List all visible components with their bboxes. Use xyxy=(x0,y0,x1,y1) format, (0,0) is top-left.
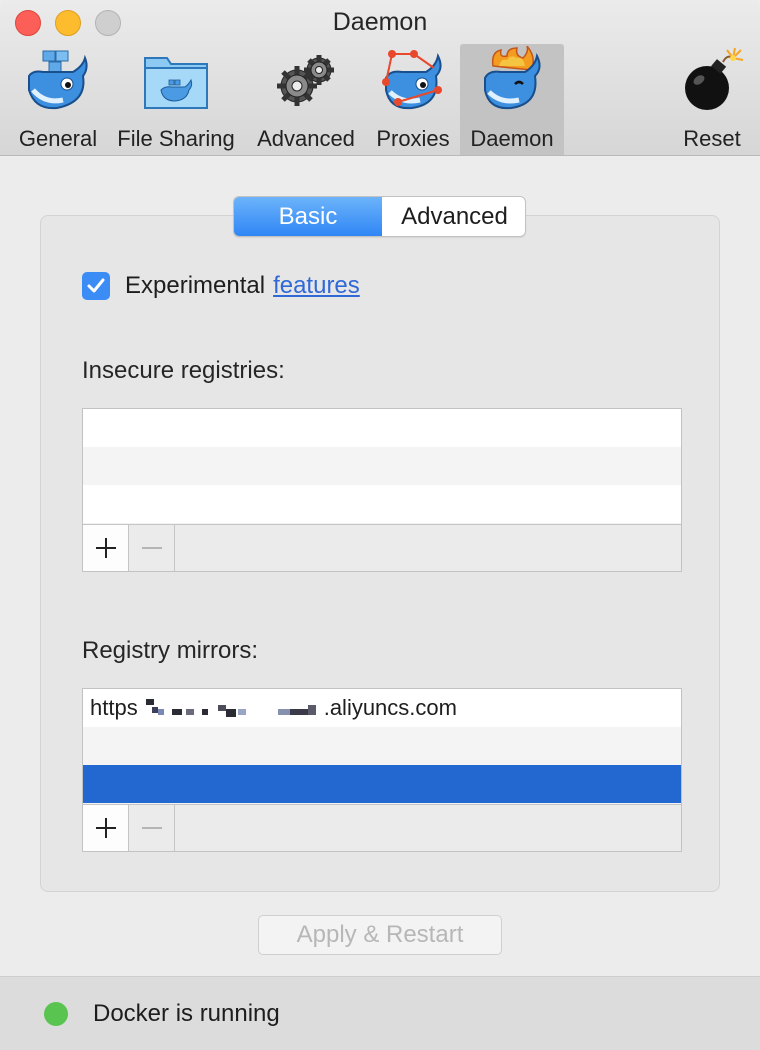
plus-icon xyxy=(95,818,116,838)
toolbar-advanced-label: Advanced xyxy=(257,126,355,151)
insecure-registries-button-bar xyxy=(83,524,681,571)
minus-icon xyxy=(141,547,162,549)
experimental-checkbox[interactable] xyxy=(82,272,110,300)
toolbar-advanced[interactable]: Advanced xyxy=(252,44,360,155)
add-insecure-registry-button[interactable] xyxy=(83,525,129,571)
experimental-label: Experimental xyxy=(125,272,266,299)
remove-registry-mirror-button[interactable] xyxy=(129,805,175,851)
view-segmented-control: Basic Advanced xyxy=(233,196,526,237)
features-link[interactable]: features xyxy=(273,272,360,300)
list-row-selected[interactable] xyxy=(83,765,681,803)
list-row-empty[interactable] xyxy=(83,409,681,447)
mirror-url-suffix: .aliyuncs.com xyxy=(323,695,457,720)
list-item[interactable]: https .aliyuncs.com xyxy=(83,689,681,727)
checkmark-icon xyxy=(87,278,105,293)
insecure-registries-label: Insecure registries: xyxy=(82,357,285,384)
plus-icon xyxy=(95,538,116,558)
registry-mirrors-list[interactable]: https .aliyuncs.com xyxy=(82,688,682,852)
docker-whale-flame-icon xyxy=(484,46,541,110)
window-titlebar: Daemon General File Sharing Advanced Pro… xyxy=(0,0,760,156)
registry-mirrors-label: Registry mirrors: xyxy=(82,637,259,664)
list-row-empty[interactable] xyxy=(83,485,681,523)
toolbar-daemon[interactable]: Daemon xyxy=(460,44,564,155)
add-registry-mirror-button[interactable] xyxy=(83,805,129,851)
window-title: Daemon xyxy=(332,8,428,36)
insecure-registries-list[interactable] xyxy=(82,408,682,572)
toolbar-file-sharing[interactable]: File Sharing xyxy=(112,44,240,155)
remove-insecure-registry-button[interactable] xyxy=(129,525,175,571)
toolbar-file-sharing-label: File Sharing xyxy=(117,126,235,151)
bomb-icon xyxy=(685,47,744,110)
status-bar: Docker is running xyxy=(0,976,760,1050)
docker-whale-boxes-icon xyxy=(28,50,88,110)
toolbar-reset-label: Reset xyxy=(683,126,741,151)
tab-advanced[interactable]: Advanced xyxy=(382,197,525,236)
list-row-empty[interactable] xyxy=(83,447,681,485)
experimental-features-row: Experimental features xyxy=(82,272,360,300)
mirror-url-prefix: https xyxy=(90,695,138,720)
minus-icon xyxy=(141,827,162,829)
apply-restart-button[interactable]: Apply & Restart xyxy=(258,915,502,955)
status-indicator-icon xyxy=(44,1001,68,1026)
toolbar-proxies-label: Proxies xyxy=(376,126,450,151)
list-row-empty[interactable] xyxy=(83,727,681,765)
status-text: Docker is running xyxy=(93,999,280,1027)
toolbar-proxies[interactable]: Proxies xyxy=(370,44,456,155)
docker-folder-icon xyxy=(144,57,208,109)
toolbar-general-label: General xyxy=(18,126,98,151)
docker-whale-network-icon xyxy=(382,50,442,110)
toolbar-general[interactable]: General xyxy=(14,44,102,155)
toolbar-daemon-label: Daemon xyxy=(470,126,554,151)
redacted-region xyxy=(137,695,324,721)
registry-mirrors-button-bar xyxy=(83,804,681,851)
toolbar-reset[interactable]: Reset xyxy=(674,44,750,155)
tab-basic[interactable]: Basic xyxy=(234,197,382,236)
gears-icon xyxy=(277,55,334,106)
